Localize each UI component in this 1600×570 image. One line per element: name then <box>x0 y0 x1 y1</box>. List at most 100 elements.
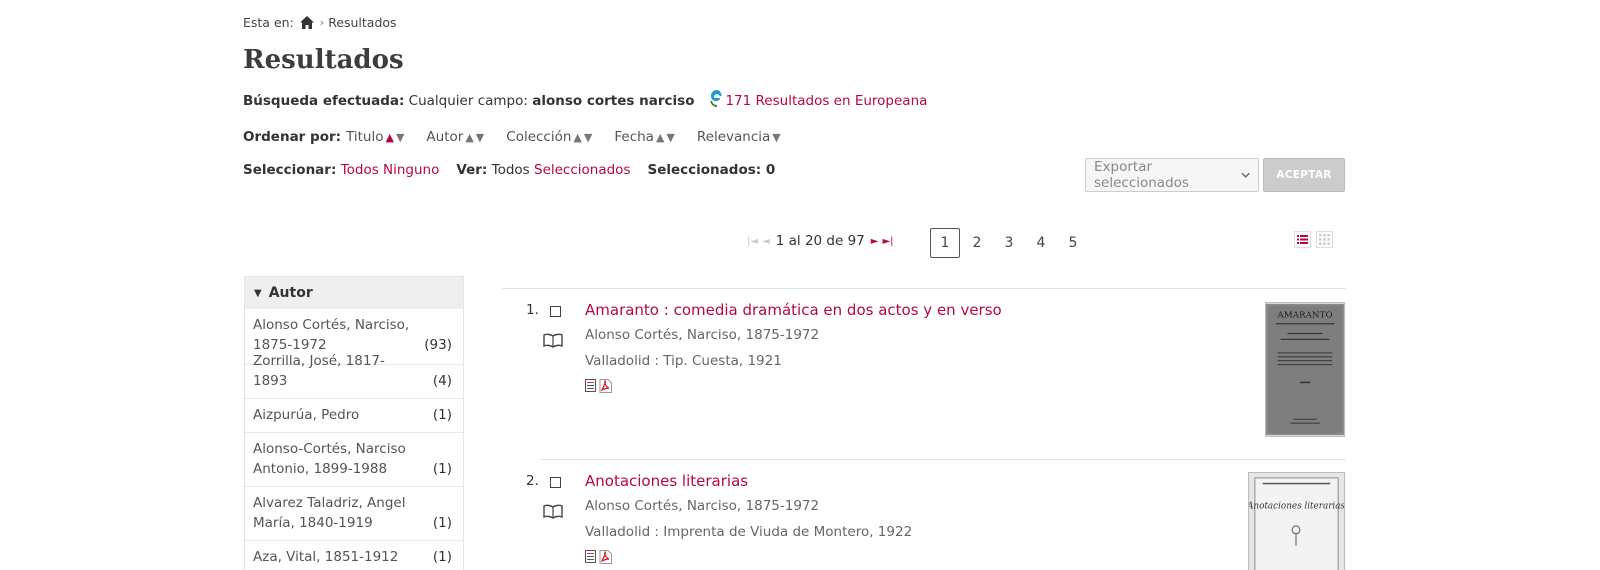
pdf-icon[interactable] <box>599 379 612 393</box>
document-icon[interactable] <box>585 379 596 392</box>
facet-item[interactable]: Alvarez Taladriz, Angel María, 1840-1919… <box>245 487 463 541</box>
result-checkbox[interactable] <box>550 477 561 488</box>
chevron-down-icon <box>1241 172 1250 178</box>
result-number: 1. <box>526 302 539 318</box>
result-publisher: Valladolid : Tip. Cuesta, 1921 <box>585 353 782 369</box>
sort-autor-label: Autor <box>426 129 464 145</box>
page-5[interactable]: 5 <box>1058 228 1088 258</box>
facet-item-name: Aza, Vital, 1851-1912 <box>253 549 399 565</box>
facet-item-name: Alvarez Taladriz, Angel María, 1840-1919 <box>253 495 406 531</box>
sort-titulo-label: Titulo <box>346 129 384 145</box>
sort-relevancia: Relevancia ▼ <box>697 129 781 145</box>
page-1[interactable]: 1 <box>930 228 960 258</box>
breadcrumb-separator: › <box>319 16 325 29</box>
prev-page-icon: ◄ <box>762 235 770 247</box>
sort-fecha: Fecha ▲ ▼ <box>614 129 675 145</box>
breadcrumb-prefix: Esta en: <box>243 15 294 30</box>
select-label: Seleccionar: <box>243 162 337 178</box>
book-icon[interactable] <box>543 333 563 348</box>
search-summary: Búsqueda efectuada: Cualquier campo: alo… <box>243 90 927 109</box>
sort-coleccion: Colección ▲ ▼ <box>506 129 592 145</box>
view-label: Ver: <box>456 162 488 178</box>
facet-item[interactable]: Aza, Vital, 1851-1912 (1) <box>245 541 463 570</box>
page-2[interactable]: 2 <box>962 228 992 258</box>
result-title-link[interactable]: Anotaciones literarias <box>585 472 748 490</box>
pagination-range: 1 al 20 de 97 <box>775 233 865 249</box>
sort-titulo: Ordenar por: Titulo ▲ ▼ <box>243 129 404 145</box>
search-query: alonso cortes narciso <box>532 93 695 109</box>
view-selected-link[interactable]: Seleccionados <box>534 162 630 178</box>
last-page-icon[interactable]: ►| <box>882 236 893 247</box>
sort-fecha-label: Fecha <box>614 129 654 145</box>
facet-item-name: Zorrilla, José, 1817-1893 <box>253 353 385 389</box>
selected-count: Seleccionados: 0 <box>647 162 776 178</box>
home-icon[interactable] <box>299 16 314 29</box>
grid-view-icon[interactable] <box>1316 231 1333 248</box>
facet-title: Autor <box>268 285 313 301</box>
thumbnail-title: AMARANTO <box>1276 310 1332 320</box>
result-author: Alonso Cortés, Narciso, 1875-1972 <box>585 498 820 514</box>
sort-bar: Ordenar por: Titulo ▲ ▼ Autor ▲ ▼ Colecc… <box>243 129 781 145</box>
sort-fecha-asc-icon[interactable]: ▲ <box>656 131 664 144</box>
select-none-link[interactable]: Ninguno <box>383 162 439 178</box>
result-item: 1. Amaranto : comedia dramática en dos a… <box>502 289 1346 459</box>
sort-coleccion-desc-icon[interactable]: ▼ <box>584 131 592 144</box>
sort-relevancia-desc-icon[interactable]: ▼ <box>772 131 780 144</box>
facet-item-count: (1) <box>432 549 452 565</box>
page-3[interactable]: 3 <box>994 228 1024 258</box>
sort-coleccion-asc-icon[interactable]: ▲ <box>573 131 581 144</box>
accept-button[interactable]: ACEPTAR <box>1263 158 1345 192</box>
sort-fecha-desc-icon[interactable]: ▼ <box>666 131 674 144</box>
result-number: 2. <box>526 473 539 489</box>
result-checkbox[interactable] <box>550 306 561 317</box>
result-thumbnail[interactable]: AMARANTO <box>1265 302 1345 437</box>
page-4[interactable]: 4 <box>1026 228 1056 258</box>
results-list: 1. Amaranto : comedia dramática en dos a… <box>502 288 1346 570</box>
sort-titulo-asc-icon[interactable]: ▲ <box>385 131 393 144</box>
export-select-value: Exportar seleccionados <box>1094 159 1189 191</box>
next-page-icon[interactable]: ► <box>871 236 879 247</box>
sort-autor: Autor ▲ ▼ <box>426 129 484 145</box>
facet-item-count: (1) <box>432 515 452 531</box>
facet-item[interactable]: Zorrilla, José, 1817-1893 (4) <box>245 353 463 399</box>
facet-item-name: Alonso Cortés, Narciso, 1875-1972 <box>253 317 410 353</box>
result-publisher: Valladolid : Imprenta de Viuda de Monter… <box>585 524 913 540</box>
result-format-icons <box>585 379 612 393</box>
sort-coleccion-label: Colección <box>506 129 572 145</box>
breadcrumb-current: Resultados <box>328 15 397 30</box>
page-title: Resultados <box>243 45 404 75</box>
facet-item-name: Alonso-Cortés, Narciso Antonio, 1899-198… <box>253 441 406 477</box>
sort-autor-asc-icon[interactable]: ▲ <box>465 131 473 144</box>
sort-autor-desc-icon[interactable]: ▼ <box>476 131 484 144</box>
europeana-link[interactable]: 171 Resultados en Europeana <box>725 93 927 109</box>
book-icon[interactable] <box>543 504 563 519</box>
list-view-icon[interactable] <box>1294 231 1311 248</box>
view-all: Todos <box>491 162 530 178</box>
document-icon[interactable] <box>585 550 596 563</box>
facet-item[interactable]: Alonso-Cortés, Narciso Antonio, 1899-198… <box>245 433 463 487</box>
pdf-icon[interactable] <box>599 550 612 564</box>
result-item: 2. Anotaciones literarias Alonso Cortés,… <box>502 460 1346 570</box>
facet-item-count: (1) <box>432 461 452 477</box>
facet-item[interactable]: Aizpurúa, Pedro (1) <box>245 399 463 433</box>
export-select[interactable]: Exportar seleccionados <box>1085 158 1259 192</box>
selection-bar: Seleccionar: Todos Ninguno Ver: Todos Se… <box>243 162 775 178</box>
result-thumbnail[interactable]: Anotaciones literarias <box>1248 472 1345 570</box>
sort-relevancia-label: Relevancia <box>696 129 771 145</box>
result-format-icons <box>585 550 612 564</box>
search-label: Búsqueda efectuada: <box>243 93 405 109</box>
first-page-icon: |◄ <box>747 235 759 247</box>
sort-titulo-desc-icon[interactable]: ▼ <box>396 131 404 144</box>
thumbnail-title: Anotaciones literarias <box>1248 501 1345 511</box>
page-numbers: 1 2 3 4 5 <box>930 228 1090 258</box>
facet-header[interactable]: ▼ Autor <box>245 277 463 309</box>
search-field: Cualquier campo: <box>408 93 528 109</box>
facet-item-name: Aizpurúa, Pedro <box>253 407 360 423</box>
facet-item-count: (1) <box>432 407 452 423</box>
facet-item-count: (4) <box>432 373 452 389</box>
select-all-link[interactable]: Todos <box>341 162 379 178</box>
europeana-icon <box>710 90 722 107</box>
triangle-down-icon: ▼ <box>254 287 262 299</box>
breadcrumb: Esta en: › Resultados <box>243 15 397 30</box>
result-title-link[interactable]: Amaranto : comedia dramática en dos acto… <box>585 301 1002 319</box>
